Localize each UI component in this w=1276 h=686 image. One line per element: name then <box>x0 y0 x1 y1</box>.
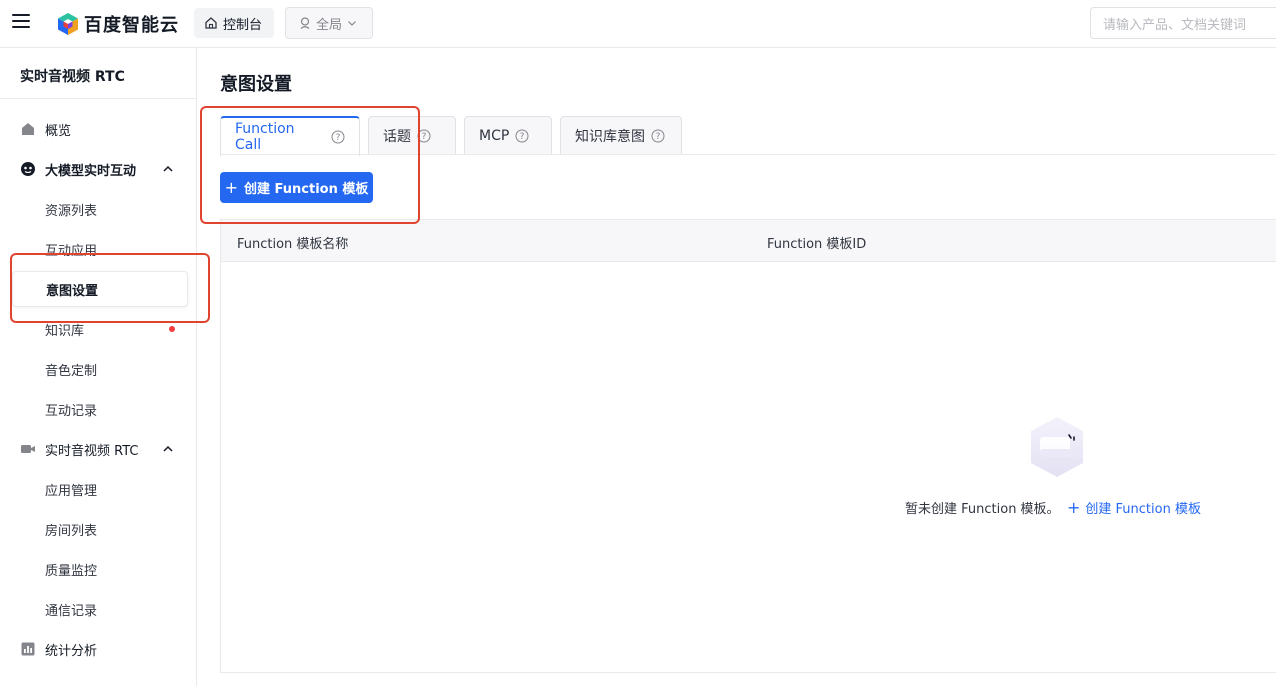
brand-name: 百度智能云 <box>84 15 179 36</box>
svg-text:?: ? <box>336 133 341 143</box>
sidebar-item-resource-list[interactable]: 资源列表 <box>0 191 196 227</box>
help-icon[interactable]: ? <box>331 130 345 144</box>
sidebar-item-statistics[interactable]: 统计分析 <box>0 631 196 667</box>
help-icon[interactable]: ? <box>651 129 665 143</box>
tab-function-call[interactable]: Function Call ? <box>220 116 360 156</box>
plus-icon: + <box>1067 497 1081 517</box>
console-label: 控制台 <box>223 17 263 33</box>
sidebar: 实时音视频 RTC 概览 大模型实时互动 资源列表 互动应用 意图设置 知识库 … <box>0 48 197 686</box>
sidebar-item-label: 互动应用 <box>45 243 98 259</box>
sidebar-item-interaction-records[interactable]: 互动记录 <box>0 391 196 427</box>
svg-text:?: ? <box>520 132 525 142</box>
location-icon <box>300 17 310 29</box>
help-icon[interactable]: ? <box>515 129 529 143</box>
sidebar-item-label: 音色定制 <box>45 363 98 379</box>
ai-bot-icon <box>21 162 35 176</box>
tab-topic[interactable]: 话题 ? <box>368 116 456 155</box>
menu-icon[interactable] <box>12 14 30 32</box>
notification-dot <box>169 326 175 332</box>
sidebar-item-label: 意图设置 <box>46 283 99 299</box>
bar-chart-icon <box>21 642 35 656</box>
sidebar-item-label: 大模型实时互动 <box>45 163 137 179</box>
sidebar-item-call-records[interactable]: 通信记录 <box>0 591 196 627</box>
sidebar-title: 实时音视频 RTC <box>20 69 125 85</box>
page-title: 意图设置 <box>220 74 292 95</box>
sidebar-item-label: 房间列表 <box>45 523 98 539</box>
console-button[interactable]: 控制台 <box>194 8 275 38</box>
column-header-template-name: Function 模板名称 <box>237 237 349 252</box>
column-header-template-id: Function 模板ID <box>767 237 867 252</box>
sidebar-item-label: 资源列表 <box>45 203 98 219</box>
svg-text:?: ? <box>656 132 661 142</box>
empty-state-create-link[interactable]: + 创建 Function 模板 <box>1067 498 1201 517</box>
search-placeholder: 请输入产品、文档关键词 <box>1103 17 1247 33</box>
home-icon <box>22 123 34 135</box>
sidebar-item-label: 概览 <box>45 123 72 139</box>
tab-label: 知识库意图 <box>575 129 645 145</box>
empty-link-label: 创建 Function 模板 <box>1085 502 1201 517</box>
create-button-label: 创建 Function 模板 <box>244 182 369 197</box>
table-header: Function 模板名称 Function 模板ID <box>221 220 1276 262</box>
tabs-underline <box>220 154 1276 155</box>
brand-cube-icon <box>58 13 78 35</box>
sidebar-divider <box>0 98 196 99</box>
sidebar-item-voice-custom[interactable]: 音色定制 <box>0 351 196 387</box>
tab-mcp[interactable]: MCP ? <box>464 116 552 155</box>
tab-label: 话题 <box>383 129 411 145</box>
empty-box-icon <box>1031 417 1083 477</box>
help-icon[interactable]: ? <box>417 129 431 143</box>
region-label: 全局 <box>316 17 343 33</box>
sidebar-item-overview[interactable]: 概览 <box>0 111 196 147</box>
sidebar-item-room-list[interactable]: 房间列表 <box>0 511 196 547</box>
empty-state-text: 暂未创建 Function 模板。 <box>905 502 1060 517</box>
sidebar-item-label: 知识库 <box>45 323 85 339</box>
sidebar-item-intent-settings[interactable]: 意图设置 <box>12 271 188 307</box>
search-input[interactable]: 请输入产品、文档关键词 <box>1090 7 1276 39</box>
sidebar-group-llm-interaction[interactable]: 大模型实时互动 <box>0 151 196 187</box>
sidebar-item-label: 互动记录 <box>45 403 98 419</box>
brand-logo[interactable]: 百度智能云 <box>56 11 179 37</box>
sidebar-item-label: 统计分析 <box>45 643 98 659</box>
sidebar-item-knowledge-base[interactable]: 知识库 <box>0 311 196 347</box>
sidebar-item-label: 应用管理 <box>45 483 98 499</box>
region-selector[interactable]: 全局 <box>285 7 373 39</box>
plus-icon: + <box>224 177 239 197</box>
sidebar-item-quality-monitor[interactable]: 质量监控 <box>0 551 196 587</box>
sidebar-group-rtc[interactable]: 实时音视频 RTC <box>0 431 196 467</box>
tab-label: Function Call <box>235 121 295 153</box>
create-function-template-button[interactable]: + 创建 Function 模板 <box>220 172 373 203</box>
sidebar-item-label: 质量监控 <box>45 563 98 579</box>
sidebar-item-interactive-apps[interactable]: 互动应用 <box>0 231 196 267</box>
video-camera-icon <box>21 445 35 453</box>
sidebar-item-app-management[interactable]: 应用管理 <box>0 471 196 507</box>
sidebar-item-label: 实时音视频 RTC <box>45 443 139 459</box>
tab-knowledge-intent[interactable]: 知识库意图 ? <box>560 116 682 155</box>
chevron-down-icon <box>348 21 356 26</box>
chevron-up-icon <box>163 445 173 452</box>
home-icon <box>205 17 217 29</box>
function-template-table: Function 模板名称 Function 模板ID 暂未创建 Functio… <box>220 219 1276 673</box>
chevron-up-icon <box>163 165 173 172</box>
top-bar: 百度智能云 控制台 全局 请输入产品、文档关键词 <box>0 0 1276 48</box>
tab-label: MCP <box>479 128 510 144</box>
svg-text:?: ? <box>422 132 427 142</box>
sidebar-item-label: 通信记录 <box>45 603 98 619</box>
